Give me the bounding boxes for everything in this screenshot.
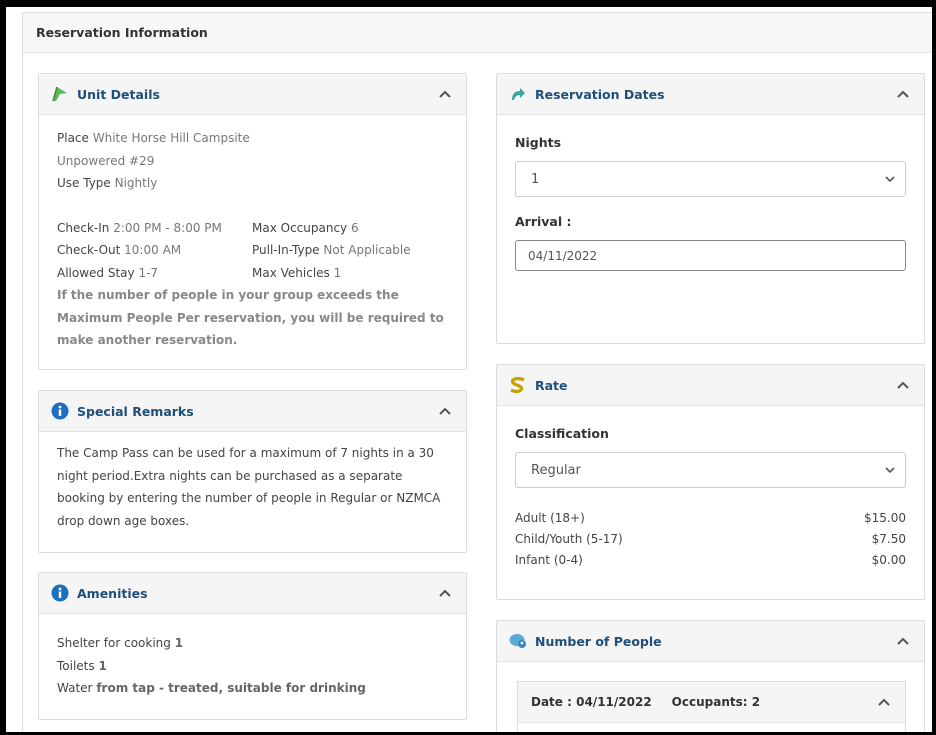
amenity-item: Toilets 1 — [57, 658, 107, 673]
amenity-item: Shelter for cooking 1 — [57, 636, 184, 650]
chevron-up-icon[interactable] — [877, 695, 891, 709]
special-remarks-card: Special Remarks The Camp Pass can be use… — [38, 390, 467, 553]
panel-body: Unit Details Place White Horse Hill Camp… — [23, 53, 932, 732]
chevron-down-icon — [885, 172, 895, 187]
unit-details-card: Unit Details Place White Horse Hill Camp… — [38, 73, 467, 370]
rate-card: Rate Classification Regular Adult (18+) $… — [496, 364, 925, 600]
rate-body: Classification Regular Adult (18+) $15.00… — [497, 406, 924, 571]
dollar-icon — [509, 376, 527, 394]
nights-label: Nights — [515, 135, 562, 150]
info-icon — [51, 402, 69, 420]
reservation-dates-title: Reservation Dates — [535, 86, 665, 102]
page-title: Reservation Information — [23, 13, 932, 53]
unit-details-header[interactable]: Unit Details — [39, 74, 466, 115]
classification-select[interactable]: Regular — [515, 452, 906, 488]
rate-row: Infant (0-4) $0.00 — [515, 553, 906, 567]
reservation-dates-header[interactable]: Reservation Dates — [497, 74, 924, 115]
unit-details-title: Unit Details — [77, 86, 160, 102]
reservation-dates-card: Reservation Dates Nights 1 Arrival : 04/… — [496, 73, 925, 344]
checkin-line: Check-In 2:00 PM - 8:00 PM — [57, 220, 222, 235]
arrival-date-input[interactable]: 04/11/2022 — [515, 240, 906, 271]
classification-label: Classification — [515, 426, 609, 441]
special-remarks-title: Special Remarks — [77, 403, 194, 419]
rate-header[interactable]: Rate — [497, 365, 924, 406]
chevron-down-icon — [885, 463, 895, 478]
info-icon — [51, 584, 69, 602]
number-of-people-header[interactable]: Number of People — [497, 621, 924, 662]
max-vehicles-line: Max Vehicles 1 — [252, 265, 342, 280]
amenities-title: Amenities — [77, 585, 148, 601]
chevron-up-icon[interactable] — [438, 586, 452, 600]
chevron-up-icon[interactable] — [438, 87, 452, 101]
date-occupants-header[interactable]: Date : 04/11/2022 Occupants: 2 — [518, 682, 905, 723]
nights-select[interactable]: 1 — [515, 161, 906, 197]
rate-row: Adult (18+) $15.00 — [515, 511, 906, 525]
date-arrow-icon — [509, 85, 527, 103]
pull-in-line: Pull-In-Type Not Applicable — [252, 243, 411, 257]
unit-details-body: Place White Horse Hill Campsite Unpowere… — [39, 115, 466, 364]
date-occupants-card: Date : 04/11/2022 Occupants: 2 — [517, 681, 906, 732]
site-name: Unpowered #29 — [57, 153, 155, 168]
chevron-up-icon[interactable] — [896, 378, 910, 392]
amenities-header[interactable]: Amenities — [39, 573, 466, 614]
use-type-line: Use Type Nightly — [57, 176, 158, 190]
reservation-information-panel: Reservation Information Unit Details Pla… — [22, 12, 932, 732]
chevron-up-icon[interactable] — [896, 87, 910, 101]
number-of-people-title: Number of People — [535, 633, 662, 649]
allowed-stay-line: Allowed Stay 1-7 — [57, 265, 159, 280]
rate-row: Child/Youth (5-17) $7.50 — [515, 532, 906, 546]
chevron-up-icon[interactable] — [438, 404, 452, 418]
special-remarks-header[interactable]: Special Remarks — [39, 391, 466, 432]
checkout-line: Check-Out 10:00 AM — [57, 243, 182, 257]
amenity-item: Water from tap - treated, suitable for d… — [57, 681, 366, 695]
amenities-card: Amenities Shelter for cooking 1 Toilets … — [38, 572, 467, 720]
number-of-people-card: Number of People Date : 04/11/2022 Occup… — [496, 620, 925, 732]
flag-icon — [51, 85, 69, 103]
max-occupancy-line: Max Occupancy 6 — [252, 220, 359, 235]
rate-list: Adult (18+) $15.00 Child/Youth (5-17) $7.5… — [515, 508, 906, 571]
page-frame: Reservation Information Unit Details Pla… — [6, 7, 932, 732]
details-grid: Check-In 2:00 PM - 8:00 PM Check-Out 10:… — [57, 217, 448, 285]
occupancy-notice: If the number of people in your group ex… — [57, 288, 444, 347]
place-line: Place White Horse Hill Campsite — [57, 131, 250, 145]
reservation-dates-body: Nights 1 Arrival : 04/11/2022 — [497, 115, 924, 271]
chevron-up-icon[interactable] — [896, 634, 910, 648]
special-remarks-body: The Camp Pass can be used for a maximum … — [57, 446, 441, 528]
arrival-label: Arrival : — [515, 214, 572, 229]
amenities-list: Shelter for cooking 1 Toilets 1 Water fr… — [39, 614, 466, 712]
rate-title: Rate — [535, 377, 568, 393]
people-chat-icon — [509, 632, 527, 650]
